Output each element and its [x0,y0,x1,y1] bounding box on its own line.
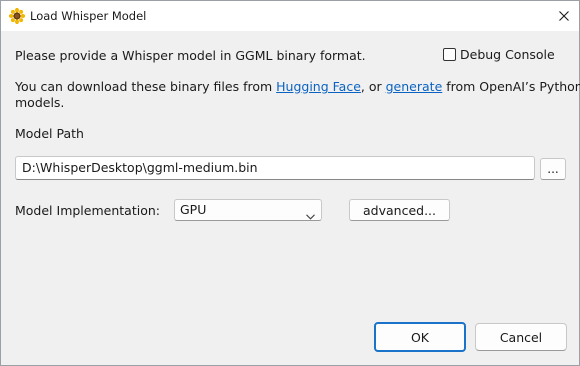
chevron-down-icon [306,206,315,226]
browse-button[interactable]: ... [540,158,566,180]
debug-console-label: Debug Console [460,47,555,62]
window-title: Load Whisper Model [30,9,147,23]
ok-button[interactable]: OK [374,322,466,352]
dialog-content: Please provide a Whisper model in GGML b… [1,31,580,365]
download-text-suffix: from OpenAI’s Python [442,79,580,94]
dialog-window: Load Whisper Model Please provide a Whis… [0,0,580,366]
download-text-continued: models. [15,95,65,110]
download-text-prefix: You can download these binary files from [15,79,277,94]
close-button[interactable] [549,1,579,31]
close-icon [559,11,569,21]
intro-text: Please provide a Whisper model in GGML b… [15,48,366,63]
cancel-button[interactable]: Cancel [475,323,567,351]
download-text-middle: , or [360,79,386,94]
selected-implementation: GPU [180,202,207,217]
model-implementation-select[interactable]: GPU [174,199,322,221]
checkbox-box[interactable] [443,48,456,61]
model-implementation-label: Model Implementation: [15,203,160,218]
sunflower-icon [8,7,26,25]
generate-link[interactable]: generate [386,79,443,94]
model-path-input[interactable]: D:\WhisperDesktop\ggml-medium.bin [15,156,535,180]
debug-console-checkbox[interactable]: Debug Console [443,47,555,62]
hugging-face-link[interactable]: Hugging Face [276,79,361,94]
model-path-label: Model Path [15,126,84,141]
download-text: You can download these binary files from… [15,79,580,94]
title-bar: Load Whisper Model [1,1,579,31]
advanced-button[interactable]: advanced... [349,199,450,221]
